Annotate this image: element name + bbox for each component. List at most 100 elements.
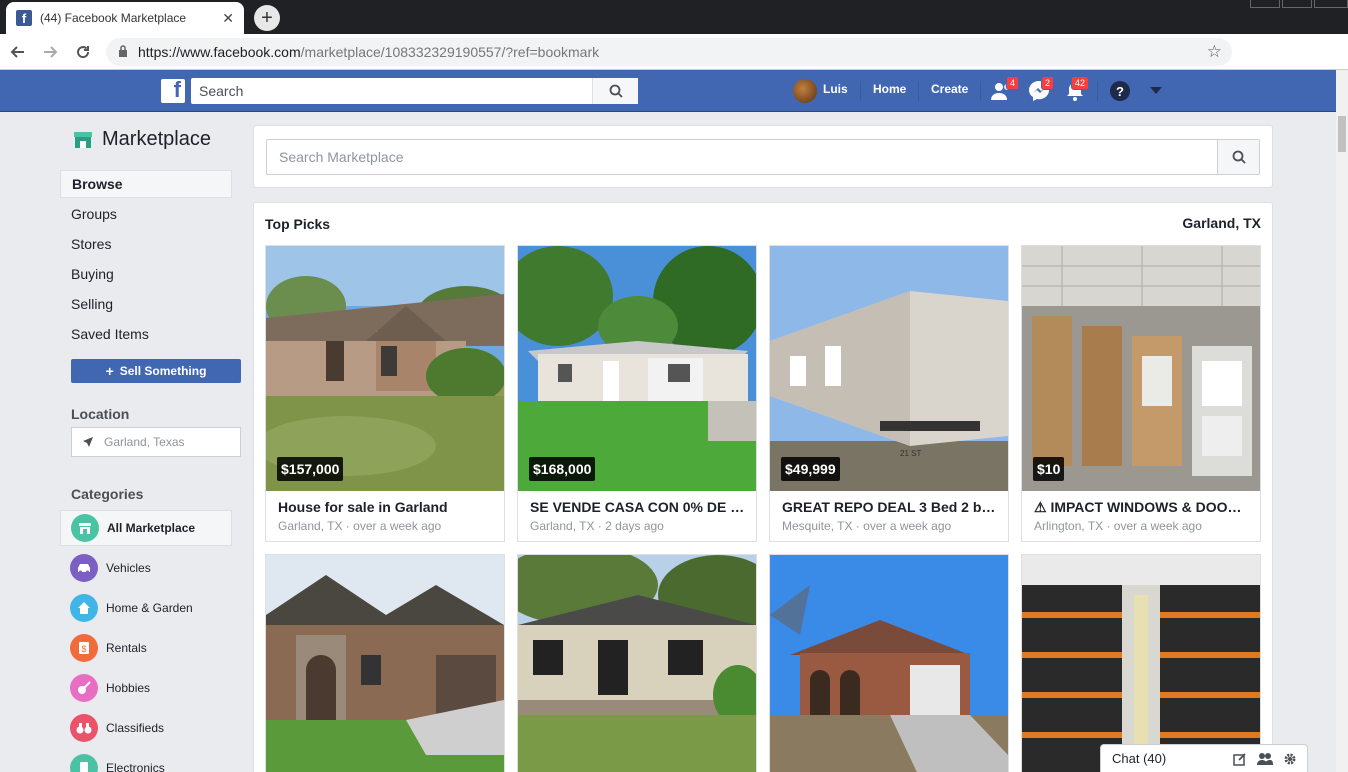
svg-text:21 ST: 21 ST bbox=[900, 449, 921, 458]
category-home-garden[interactable]: Home & Garden bbox=[60, 590, 232, 626]
compose-icon[interactable] bbox=[1233, 752, 1247, 766]
marketplace-search-input[interactable]: Search Marketplace bbox=[266, 139, 1260, 175]
listing-card[interactable] bbox=[265, 554, 505, 772]
search-placeholder: Search bbox=[199, 83, 244, 99]
sell-something-button[interactable]: + Sell Something bbox=[71, 359, 241, 383]
listing-meta: Garland, TX · over a week ago bbox=[278, 519, 442, 533]
location-arrow-icon bbox=[83, 437, 93, 447]
sidebar-item-stores[interactable]: Stores bbox=[60, 230, 232, 258]
category-all-marketplace[interactable]: All Marketplace bbox=[60, 510, 232, 546]
chat-bar[interactable]: Chat (40) bbox=[1100, 744, 1308, 772]
new-group-icon[interactable] bbox=[1257, 752, 1273, 766]
home-link[interactable]: Home bbox=[873, 82, 906, 96]
url-host: https://www.facebook.com bbox=[138, 44, 301, 60]
window-close-button[interactable] bbox=[1314, 0, 1348, 8]
listing-price: $157,000 bbox=[277, 457, 344, 481]
marketplace-search-icon[interactable] bbox=[1217, 140, 1259, 174]
sidebar-item-browse[interactable]: Browse bbox=[60, 170, 232, 198]
facebook-search-input[interactable]: Search bbox=[191, 78, 638, 104]
sidebar-item-selling[interactable]: Selling bbox=[60, 290, 232, 318]
back-arrow-icon[interactable] bbox=[6, 40, 30, 64]
category-label: Vehicles bbox=[106, 561, 151, 575]
help-icon[interactable]: ? bbox=[1108, 79, 1132, 103]
listing-title: House for sale in Garland bbox=[278, 499, 448, 515]
messages-badge: 2 bbox=[1041, 76, 1055, 90]
chat-label: Chat (40) bbox=[1112, 751, 1167, 766]
page-scrollbar[interactable] bbox=[1336, 70, 1348, 772]
forward-arrow-icon[interactable] bbox=[38, 40, 62, 64]
listing-title: SE VENDE CASA CON 0% DE E... bbox=[530, 499, 746, 515]
bookmark-star-icon[interactable]: ☆ bbox=[1207, 42, 1222, 62]
maximize-button[interactable] bbox=[1282, 0, 1312, 8]
divider bbox=[860, 81, 861, 101]
help-glyph: ? bbox=[1110, 81, 1130, 101]
facebook-header: f Search Luis Home Create 4 2 42 ? bbox=[0, 70, 1336, 112]
marketplace-title: Marketplace bbox=[102, 128, 211, 150]
categories-heading: Categories bbox=[71, 486, 144, 502]
plus-icon: + bbox=[105, 363, 114, 379]
guitar-icon bbox=[70, 674, 98, 702]
listing-card[interactable] bbox=[517, 554, 757, 772]
location-value: Garland, Texas bbox=[104, 435, 185, 449]
browser-tab[interactable]: f (44) Facebook Marketplace ✕ bbox=[6, 2, 244, 34]
listing-photo bbox=[266, 246, 504, 491]
create-link[interactable]: Create bbox=[931, 82, 968, 96]
listing-photo: 21 ST bbox=[770, 246, 1008, 491]
marketplace-heading[interactable]: Marketplace bbox=[72, 128, 211, 151]
location-field[interactable]: Garland, Texas bbox=[71, 427, 241, 457]
listing-photo bbox=[266, 555, 504, 772]
category-label: Classifieds bbox=[106, 721, 165, 735]
category-classifieds[interactable]: Classifieds bbox=[60, 710, 232, 746]
sidebar-item-buying[interactable]: Buying bbox=[60, 260, 232, 288]
url-path: /marketplace/108332329190557/?ref=bookma… bbox=[300, 44, 600, 60]
user-avatar[interactable] bbox=[793, 79, 817, 103]
search-icon[interactable] bbox=[592, 78, 638, 104]
notifications-badge: 42 bbox=[1071, 76, 1090, 90]
listing-card[interactable]: 21 ST $49,999 GREAT REPO DEAL 3 Bed 2 ba… bbox=[769, 245, 1009, 542]
marketplace-search-card: Search Marketplace bbox=[253, 125, 1273, 188]
browser-toolbar: https://www.facebook.com/marketplace/108… bbox=[0, 34, 1348, 95]
location-filter-link[interactable]: Garland, TX bbox=[1120, 215, 1261, 231]
gear-icon[interactable] bbox=[1283, 752, 1297, 766]
category-label: Rentals bbox=[106, 641, 147, 655]
listing-meta: Mesquite, TX · over a week ago bbox=[782, 519, 952, 533]
address-bar[interactable]: https://www.facebook.com/marketplace/108… bbox=[106, 38, 1232, 66]
category-vehicles[interactable]: Vehicles bbox=[60, 550, 232, 586]
listing-photo bbox=[1022, 555, 1260, 772]
listing-price: $10 bbox=[1033, 457, 1065, 481]
listing-card[interactable] bbox=[1021, 554, 1261, 772]
listing-card[interactable]: $10 ⚠ IMPACT WINDOWS & DOORS ⚠ Arlington… bbox=[1021, 245, 1261, 542]
sidebar-item-saved-items[interactable]: Saved Items bbox=[60, 320, 232, 348]
category-hobbies[interactable]: Hobbies bbox=[60, 670, 232, 706]
account-menu-caret-icon[interactable] bbox=[1144, 79, 1168, 103]
scrollbar-thumb[interactable] bbox=[1338, 116, 1346, 152]
friend-requests-badge: 4 bbox=[1006, 76, 1020, 90]
location-heading: Location bbox=[71, 406, 130, 422]
new-tab-button[interactable]: + bbox=[254, 5, 280, 31]
listing-card[interactable]: $157,000 House for sale in Garland Garla… bbox=[265, 245, 505, 542]
listing-photo bbox=[770, 555, 1008, 772]
tab-title: (44) Facebook Marketplace bbox=[40, 11, 187, 25]
reload-icon[interactable] bbox=[71, 40, 95, 64]
facebook-favicon-icon: f bbox=[16, 10, 32, 26]
category-rentals[interactable]: $ Rentals bbox=[60, 630, 232, 666]
listing-meta: Arlington, TX · over a week ago bbox=[1034, 519, 1202, 533]
lock-icon bbox=[118, 44, 128, 60]
facebook-logo-icon[interactable]: f bbox=[161, 79, 185, 103]
tab-close-icon[interactable]: ✕ bbox=[222, 10, 234, 27]
category-label: Electronics bbox=[106, 761, 165, 772]
listing-card[interactable]: $168,000 SE VENDE CASA CON 0% DE E... Ga… bbox=[517, 245, 757, 542]
profile-link[interactable]: Luis bbox=[823, 82, 848, 96]
divider bbox=[1097, 81, 1098, 101]
marketplace-search-placeholder: Search Marketplace bbox=[279, 149, 404, 165]
house-icon bbox=[70, 594, 98, 622]
sidebar-item-groups[interactable]: Groups bbox=[60, 200, 232, 228]
listing-meta: Garland, TX · 2 days ago bbox=[530, 519, 664, 533]
listing-price: $168,000 bbox=[529, 457, 596, 481]
category-label: Hobbies bbox=[106, 681, 151, 695]
binoculars-icon bbox=[70, 714, 98, 742]
category-electronics[interactable]: Electronics bbox=[60, 750, 232, 772]
listing-card[interactable] bbox=[769, 554, 1009, 772]
minimize-button[interactable] bbox=[1250, 0, 1280, 8]
listing-photo bbox=[1022, 246, 1260, 491]
